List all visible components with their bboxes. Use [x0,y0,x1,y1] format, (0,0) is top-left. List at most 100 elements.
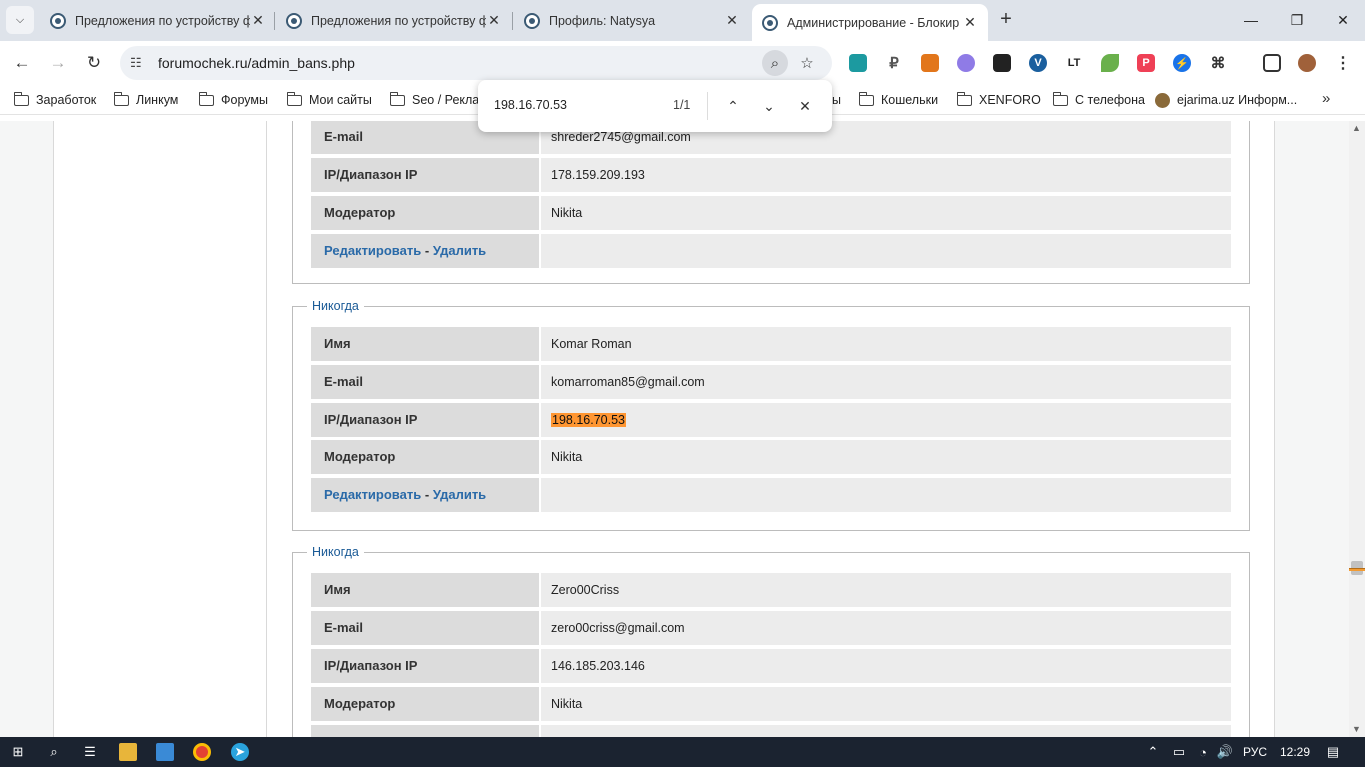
field-value: komarroman85@gmail.com [541,365,1231,399]
cloud-icon[interactable] [957,54,975,72]
new-tab-button[interactable]: + [995,9,1017,31]
close-window-button[interactable]: ✕ [1320,0,1365,40]
chrome-icon[interactable] [193,743,211,761]
edit-link[interactable]: Редактировать [324,243,421,258]
site-info-icon[interactable]: ☷ [130,55,146,71]
field-value: zero00criss@gmail.com [541,611,1231,645]
tiles-icon[interactable] [993,54,1011,72]
find-in-page-icon[interactable]: ⌕ [762,50,788,76]
bookmark-folder[interactable]: XENFORO [956,91,1041,109]
close-icon[interactable]: ✕ [486,12,502,29]
chevron-up-icon[interactable]: ⌃ [1144,743,1162,761]
avatar[interactable] [1298,54,1316,72]
scroll-up-icon[interactable]: ▲ [1352,123,1361,133]
find-close-button[interactable]: ✕ [793,94,817,118]
language-indicator[interactable]: РУС [1243,745,1267,759]
admin-frame: E-mail shreder2745@gmail.com IP/Диапазон… [53,121,1275,737]
puzzle-icon[interactable]: ⌘ [1209,54,1227,72]
close-icon[interactable]: ✕ [250,12,266,29]
bookmark-folder[interactable]: Кошельки [858,91,939,109]
bookmark-site[interactable]: ejarima.uz Информ... [1155,91,1297,109]
folder-icon [1052,91,1068,106]
battery-icon[interactable]: ▭ [1170,743,1188,761]
task-view-icon[interactable]: ☰ [81,743,99,761]
bookmark-folder[interactable]: Заработок [13,91,96,109]
tab[interactable]: Предложения по устройству ф ✕ [40,4,276,37]
clock[interactable]: 12:29 [1280,745,1310,759]
find-previous-button[interactable]: ⌃ [721,94,745,118]
leaf-icon[interactable] [1101,54,1119,72]
monitor-app-icon[interactable] [156,743,174,761]
tab-search-button[interactable]: ⌵ [6,6,34,34]
find-next-button[interactable]: ⌄ [757,94,781,118]
empty-cell [541,234,1231,268]
v-icon[interactable]: V [1029,54,1047,72]
page-scrollbar[interactable]: ▲ ▼ [1349,121,1365,737]
field-value: Nikita [541,687,1231,721]
bookmark-folder[interactable]: Линкум [113,91,178,109]
lt-icon[interactable]: LT [1065,54,1083,72]
field-value: 146.185.203.146 [541,649,1231,683]
metamask-fox-icon[interactable] [921,54,939,72]
search-icon[interactable]: ⌕ [45,743,63,761]
tab[interactable]: Предложения по устройству ф ✕ [276,4,512,37]
restore-button[interactable]: ❐ [1274,0,1320,40]
field-value: Nikita [541,440,1231,474]
url-text[interactable]: forumochek.ru/admin_bans.php [158,55,355,71]
scroll-down-icon[interactable]: ▼ [1352,724,1361,734]
site-favicon-icon [762,14,778,31]
ban-row-email: E-mail komarroman85@gmail.com [311,365,1231,399]
ban-row-moderator: Модератор Nikita [311,440,1231,474]
reload-icon: ↻ [86,53,102,72]
reload-button[interactable]: ↻ [80,49,108,77]
field-label: Модератор [311,196,539,230]
field-value: Nikita [541,196,1231,230]
bookmark-label: Кошельки [881,93,939,107]
bookmark-folder[interactable]: Мои сайты [286,91,372,109]
ban-row-name: Имя Komar Roman [311,327,1231,361]
arrow-right-icon: → [49,53,67,72]
edit-link[interactable]: Редактировать [324,487,421,502]
bookmark-star-icon[interactable]: ☆ [794,50,820,76]
more-bookmarks-button[interactable]: » [1322,90,1330,107]
ban-row-moderator: Модератор Nikita [311,196,1231,230]
side-panel-icon[interactable] [1263,54,1281,72]
separator: - [424,487,430,502]
close-icon[interactable]: ✕ [962,14,978,31]
tab-divider [274,12,275,30]
empty-cell [541,725,1231,737]
windows-start-icon[interactable]: ⊞ [9,743,27,761]
notifications-icon[interactable]: ▤ [1324,743,1342,761]
ban-row-ip: IP/Диапазон IP 198.16.70.53 [311,403,1231,437]
arrow-left-icon: ← [13,53,31,72]
tab[interactable]: Профиль: Natysya ✕ [514,4,750,37]
file-explorer-icon[interactable] [119,743,137,761]
back-button[interactable]: ← [8,49,36,77]
minimize-button[interactable]: — [1228,0,1274,40]
wifi-icon[interactable]: ◔ [1194,743,1212,761]
delete-link[interactable]: Удалить [433,487,486,502]
forward-button[interactable]: → [44,49,72,77]
ban-row-ip: IP/Диапазон IP 146.185.203.146 [311,649,1231,683]
close-icon[interactable]: ✕ [724,12,740,29]
tab-active[interactable]: Администрирование - Блокир ✕ [752,4,988,41]
empty-cell [541,478,1231,512]
address-bar[interactable]: ☷ forumochek.ru/admin_bans.php ⌕ ☆ [120,46,832,80]
bookmark-folder[interactable]: С телефона [1052,91,1145,109]
lightning-icon[interactable]: ⚡ [1173,54,1191,72]
browser-toolbar: ← → ↻ ☷ forumochek.ru/admin_bans.php ⌕ ☆… [0,41,1365,85]
ruble-icon[interactable]: ₽ [885,54,903,72]
find-result-count: 1/1 [673,98,691,112]
chevron-down-icon: ⌵ [15,13,25,26]
ext-teal-icon[interactable] [849,54,867,72]
volume-icon[interactable]: 🔊 [1216,743,1234,761]
find-input[interactable]: 198.16.70.53 [494,98,567,112]
bookmark-folder[interactable]: Форумы [198,91,268,109]
pocket-icon[interactable]: P [1137,54,1155,72]
bookmark-folder[interactable]: ы [832,91,841,109]
bookmark-folder[interactable]: Seo / Реклам [389,91,488,109]
telegram-icon[interactable]: ➤ [231,743,249,761]
close-icon: ✕ [799,97,811,114]
menu-dots-icon[interactable]: ⋮ [1334,54,1352,72]
delete-link[interactable]: Удалить [433,243,486,258]
